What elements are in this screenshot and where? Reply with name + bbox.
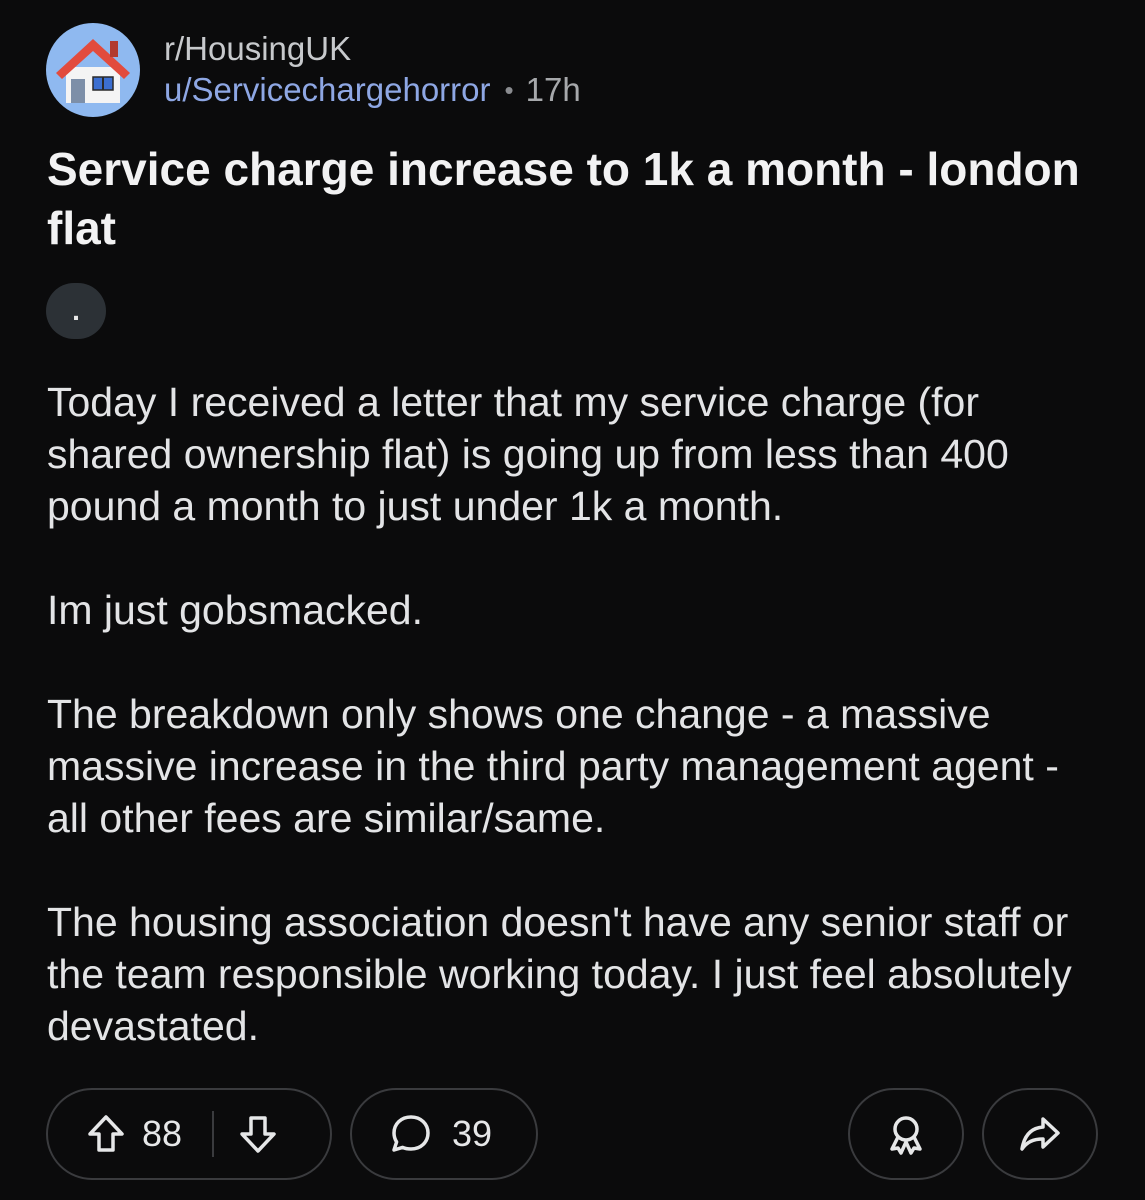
body-paragraph: The breakdown only shows one change - a … (47, 691, 1059, 841)
subreddit-avatar[interactable] (46, 23, 140, 117)
post-header: r/HousingUK u/Servicechargehorror • 17h (46, 22, 581, 118)
post-timestamp: 17h (525, 71, 581, 108)
share-button[interactable] (982, 1088, 1098, 1180)
comment-icon (388, 1111, 434, 1157)
share-icon (1017, 1111, 1063, 1157)
house-icon (56, 39, 130, 103)
downvote-icon[interactable] (236, 1112, 280, 1156)
body-paragraph: Im just gobsmacked. (47, 587, 423, 633)
post-meta: r/HousingUK u/Servicechargehorror • 17h (164, 29, 581, 111)
author-link[interactable]: u/Servicechargehorror (164, 69, 491, 111)
post-flair[interactable]: . (46, 283, 106, 339)
vote-pill: 88 (46, 1088, 332, 1180)
body-paragraph: The housing association doesn't have any… (47, 899, 1072, 1049)
comment-count: 39 (452, 1113, 493, 1154)
author-row: u/Servicechargehorror • 17h (164, 69, 581, 111)
comments-button[interactable]: 39 (350, 1088, 538, 1180)
meta-separator: • (504, 75, 514, 105)
post-body: Today I received a letter that my servic… (47, 376, 1107, 1104)
award-button[interactable] (848, 1088, 964, 1180)
action-bar: 88 39 (46, 1088, 1100, 1184)
upvote-count: 88 (142, 1113, 183, 1154)
award-icon (883, 1111, 929, 1157)
post-title: Service charge increase to 1k a month - … (47, 143, 1080, 254)
upvote-icon[interactable] (84, 1112, 128, 1156)
body-paragraph: Today I received a letter that my servic… (47, 379, 1009, 529)
vote-divider (212, 1111, 215, 1157)
subreddit-name[interactable]: r/HousingUK (164, 29, 581, 69)
post-card: r/HousingUK u/Servicechargehorror • 17h … (0, 0, 1145, 1200)
